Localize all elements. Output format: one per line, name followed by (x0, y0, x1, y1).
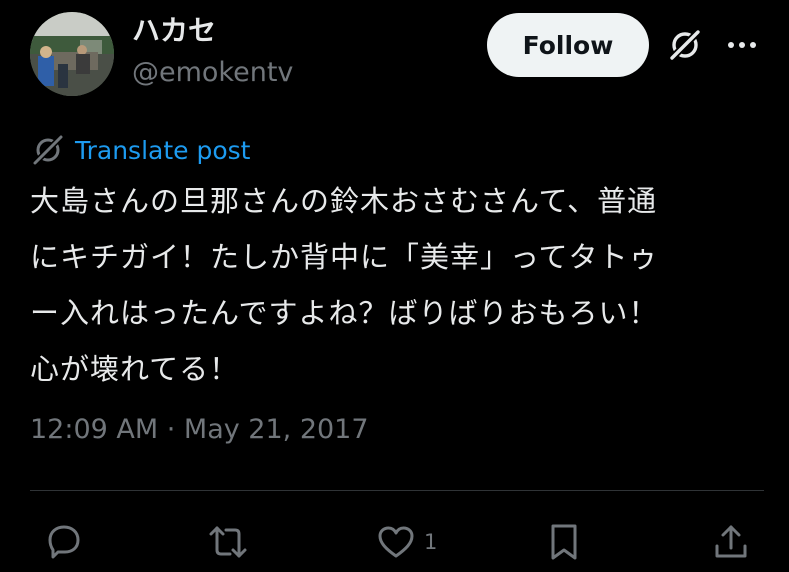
reply-icon (48, 525, 80, 559)
tweet-line: 大島さんの旦那さんの鈴木おさむさんて、普通 (30, 184, 658, 218)
tweet-text: 大島さんの旦那さんの鈴木おさむさんて、普通 にキチガイ！たしか背中に「美幸」ってタ… (30, 173, 770, 397)
timestamp[interactable]: 12:09 AM · May 21, 2017 (30, 414, 369, 445)
like-button[interactable]: 1 (374, 518, 437, 566)
grok-icon[interactable] (666, 26, 704, 64)
translate-label: Translate post (75, 135, 251, 165)
follow-button[interactable]: Follow (487, 13, 649, 77)
display-name[interactable]: ハカセ (132, 14, 216, 48)
translate-post-link[interactable]: Translate post (30, 130, 250, 170)
share-icon (715, 525, 747, 558)
retweet-icon (209, 526, 247, 558)
tweet-line: ー入れはったんですよね？ばりばりおもろい！ (30, 296, 659, 330)
retweet-button[interactable] (206, 518, 250, 566)
share-button[interactable] (709, 518, 753, 566)
more-icon[interactable] (725, 31, 759, 59)
bookmark-icon (551, 524, 577, 560)
tweet-line: にキチガイ！たしか背中に「美幸」ってタトゥ (30, 240, 659, 274)
divider (30, 490, 764, 491)
tweet-line: 心が壊れてる！ (30, 352, 240, 386)
translate-icon (31, 133, 65, 167)
avatar-photo-icon (30, 12, 114, 96)
avatar[interactable] (30, 12, 114, 96)
heart-icon (378, 526, 414, 558)
reply-button[interactable] (42, 518, 86, 566)
tweet-card: ハカセ @emokentv Follow Translate post 大島さん… (0, 0, 789, 572)
like-count: 1 (424, 530, 438, 554)
user-handle[interactable]: @emokentv (132, 56, 293, 90)
bookmark-button[interactable] (542, 518, 586, 566)
